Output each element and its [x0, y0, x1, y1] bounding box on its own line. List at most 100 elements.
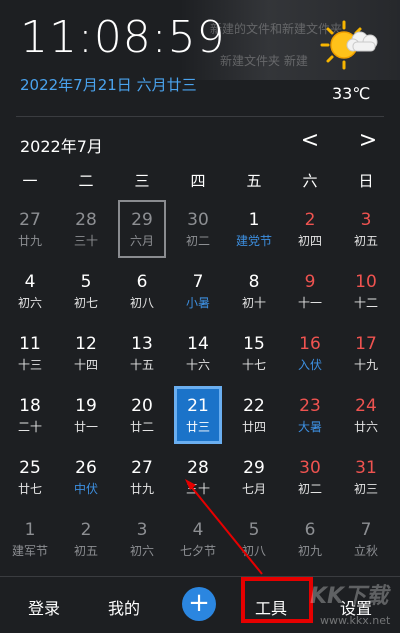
day-number: 29	[131, 210, 153, 230]
day-number: 25	[19, 458, 41, 478]
lunar-label: 十三	[17, 358, 42, 372]
calendar-day[interactable]: 28 三十	[58, 198, 114, 260]
calendar-day[interactable]: 29 七月	[226, 446, 282, 508]
lunar-label: 廿九	[17, 234, 42, 248]
calendar-day[interactable]: 11 十三	[2, 322, 58, 384]
calendar-day[interactable]: 4 七夕节	[170, 508, 226, 570]
annotation-highlight-box	[241, 577, 313, 623]
calendar-day[interactable]: 28 三十	[170, 446, 226, 508]
add-event-button[interactable]: +	[182, 587, 216, 621]
day-number: 4	[192, 520, 204, 540]
next-month-button[interactable]: >	[356, 128, 380, 154]
settings-button[interactable]: 设置	[340, 595, 372, 619]
calendar-day[interactable]: 2 初四	[282, 198, 338, 260]
day-number: 11	[19, 334, 41, 354]
calendar-day[interactable]: 7 立秋	[338, 508, 394, 570]
calendar-day[interactable]: 27 廿九	[2, 198, 58, 260]
temperature: 33℃	[332, 84, 371, 103]
lunar-label: 七夕节	[179, 544, 216, 558]
calendar-day[interactable]: 17 十九	[338, 322, 394, 384]
calendar-day[interactable]: 10 十二	[338, 260, 394, 322]
lunar-label: 初四	[297, 234, 322, 248]
lunar-label: 初七	[73, 296, 98, 310]
lunar-label: 初九	[297, 544, 322, 558]
lunar-label: 建军节	[11, 544, 48, 558]
lunar-label: 初五	[73, 544, 98, 558]
calendar-day[interactable]: 25 廿七	[2, 446, 58, 508]
lunar-label: 中伏	[73, 482, 98, 496]
mine-button[interactable]: 我的	[108, 595, 140, 619]
month-title[interactable]: 2022年7月	[20, 133, 103, 157]
lunar-label: 六月	[129, 234, 154, 248]
day-number: 16	[299, 334, 321, 354]
lunar-label: 十二	[353, 296, 378, 310]
calendar-day[interactable]: 6 初九	[282, 508, 338, 570]
day-number: 1	[24, 520, 36, 540]
day-number: 6	[136, 272, 148, 292]
day-number: 28	[187, 458, 209, 478]
prev-month-button[interactable]: <	[298, 128, 322, 154]
date-lunar-line[interactable]: 2022年7月21日 六月廿三	[20, 74, 197, 95]
lunar-label: 小暑	[185, 296, 210, 310]
sunny-cloud-icon[interactable]	[318, 18, 380, 72]
calendar-day[interactable]: 4 初六	[2, 260, 58, 322]
lunar-label: 初八	[241, 544, 266, 558]
day-number: 23	[299, 396, 321, 416]
calendar-day[interactable]: 9 十一	[282, 260, 338, 322]
lunar-label: 初八	[129, 296, 154, 310]
calendar-day[interactable]: 31 初三	[338, 446, 394, 508]
calendar-day[interactable]: 6 初八	[114, 260, 170, 322]
calendar-day[interactable]: 8 初十	[226, 260, 282, 322]
calendar-day-today[interactable]: 21 廿三	[170, 384, 226, 446]
calendar-day[interactable]: 14 十六	[170, 322, 226, 384]
day-number: 29	[243, 458, 265, 478]
day-number: 8	[248, 272, 260, 292]
calendar-day[interactable]: 27 廿九	[114, 446, 170, 508]
calendar-day[interactable]: 2 初五	[58, 508, 114, 570]
calendar-day[interactable]: 7 小暑	[170, 260, 226, 322]
calendar-day[interactable]: 16 入伏	[282, 322, 338, 384]
calendar-day[interactable]: 5 初七	[58, 260, 114, 322]
calendar-day[interactable]: 30 初二	[282, 446, 338, 508]
calendar-day[interactable]: 3 初六	[114, 508, 170, 570]
calendar-day[interactable]: 1 建党节	[226, 198, 282, 260]
calendar-day[interactable]: 19 廿一	[58, 384, 114, 446]
lunar-label: 三十	[185, 482, 210, 496]
lunar-label: 十七	[241, 358, 266, 372]
calendar-day[interactable]: 24 廿六	[338, 384, 394, 446]
calendar-day[interactable]: 30 初二	[170, 198, 226, 260]
calendar-day[interactable]: 12 十四	[58, 322, 114, 384]
calendar-day[interactable]: 5 初八	[226, 508, 282, 570]
lunar-label: 廿三	[185, 420, 210, 434]
calendar-day[interactable]: 13 十五	[114, 322, 170, 384]
calendar-day[interactable]: 20 廿二	[114, 384, 170, 446]
lunar-label: 十五	[129, 358, 154, 372]
day-number: 5	[248, 520, 260, 540]
day-number: 13	[131, 334, 153, 354]
calendar-day[interactable]: 1 建军节	[2, 508, 58, 570]
lunar-label: 廿六	[353, 420, 378, 434]
lunar-label: 立秋	[353, 544, 378, 558]
ghost-text-2: 新建文件夹 新建	[220, 54, 308, 68]
calendar-day[interactable]: 23 大暑	[282, 384, 338, 446]
day-number: 18	[19, 396, 41, 416]
day-number: 10	[355, 272, 377, 292]
calendar-day[interactable]: 15 十七	[226, 322, 282, 384]
weekday-label: 五	[246, 172, 262, 190]
weekday-label: 四	[190, 172, 206, 190]
day-number: 20	[131, 396, 153, 416]
calendar-day[interactable]: 26 中伏	[58, 446, 114, 508]
day-number: 12	[75, 334, 97, 354]
login-button[interactable]: 登录	[28, 595, 60, 619]
clock-time: 11:08:59	[20, 12, 226, 63]
day-number: 7	[192, 272, 204, 292]
day-number: 17	[355, 334, 377, 354]
calendar-day[interactable]: 29 六月	[114, 198, 170, 260]
lunar-label: 廿一	[73, 420, 98, 434]
day-number: 15	[243, 334, 265, 354]
calendar-day[interactable]: 22 廿四	[226, 384, 282, 446]
weekday-label: 三	[134, 172, 150, 190]
calendar-day[interactable]: 18 二十	[2, 384, 58, 446]
calendar-day[interactable]: 3 初五	[338, 198, 394, 260]
header-divider	[16, 116, 384, 117]
